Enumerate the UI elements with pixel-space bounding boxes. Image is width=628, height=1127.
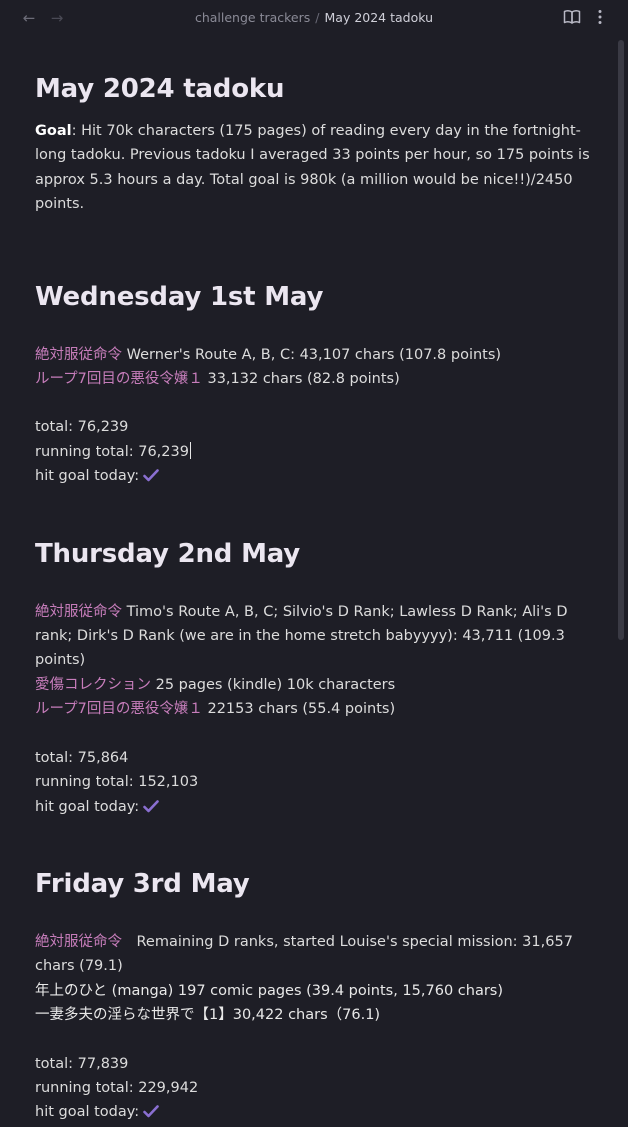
reading-entry: 一妻多夫の淫らな世界で【1】30,422 chars（76.1) [35,1007,381,1024]
day-heading: Wednesday 1st May [35,281,324,312]
day-section: Friday 3rd May 絶対服従命令 Remaining D ranks,… [35,866,595,1125]
book-title[interactable]: ループ7回目の悪役令嬢１ [35,371,203,387]
scrollbar[interactable] [618,40,624,640]
book-title[interactable]: 絶対服従命令 [35,347,122,363]
goal-paragraph: Goal: Hit 70k characters (175 pages) of … [35,119,595,217]
reading-entry: 年上のひと (manga) 197 comic pages (39.4 poin… [35,982,503,999]
daily-total: total: 76,239 [35,419,129,436]
breadcrumb-current[interactable]: May 2024 tadoku [325,10,434,25]
hit-goal-label: hit goal today: [35,798,140,815]
reading-entry: 絶対服従命令 Werner's Route A, B, C: 43,107 ch… [35,343,595,367]
hit-goal: hit goal today: [35,1100,595,1124]
book-title[interactable]: ループ7回目の悪役令嬢１ [35,701,203,717]
running-total-text: running total: 76,239 [35,443,189,460]
breadcrumb-parent[interactable]: challenge trackers [195,10,310,25]
reading-entry: 絶対服従命令 Timo's Route A, B, C; Silvio's D … [35,600,595,673]
day-section: Wednesday 1st May 絶対服従命令 Werner's Route … [35,279,595,489]
book-open-icon[interactable] [563,9,581,25]
goal-text: : Hit 70k characters (175 pages) of read… [35,123,590,213]
hit-goal-label: hit goal today: [35,1104,140,1121]
book-title[interactable]: 絶対服従命令 [35,604,122,620]
breadcrumb-separator: / [315,10,320,25]
entry-text: Werner's Route A, B, C: 43,107 chars (10… [122,346,502,363]
hit-goal: hit goal today: [35,464,595,488]
book-title[interactable]: 絶対服従命令 [35,934,122,950]
page-title: May 2024 tadoku [35,74,285,104]
entry-text: 22153 chars (55.4 points) [202,701,396,718]
running-total: running total: 152,103 [35,774,199,791]
checkmark-icon [143,1102,159,1118]
reading-entry: 愛傷コレクション 25 pages (kindle) 10k character… [35,673,595,697]
goal-label: Goal [35,123,72,139]
vertical-dots-icon[interactable] [592,8,608,26]
hit-goal-label: hit goal today: [35,468,140,485]
running-total: running total: 229,942 [35,1079,199,1096]
reading-entry: 絶対服従命令 Remaining D ranks, started Louise… [35,930,595,979]
checkmark-icon [143,797,159,812]
day-section: Thursday 2nd May 絶対服従命令 Timo's Route A, … [35,536,595,819]
daily-total: total: 77,839 [35,1055,129,1072]
title-bar: ← → challenge trackers / May 2024 tadoku [0,0,628,36]
checkmark-icon [143,466,159,482]
entry-text: 33,132 chars (82.8 points) [202,371,400,388]
text-cursor [189,441,191,459]
daily-total: total: 75,864 [35,749,129,766]
reading-entry: ループ7回目の悪役令嬢１ 22153 chars (55.4 points) [35,697,595,721]
running-total: running total: 76,239 [35,440,595,464]
entry-text: 25 pages (kindle) 10k characters [151,676,396,693]
day-heading: Thursday 2nd May [35,538,301,569]
reading-entry: ループ7回目の悪役令嬢１ 33,132 chars (82.8 points) [35,367,595,391]
book-title[interactable]: 愛傷コレクション [35,677,151,693]
day-heading: Friday 3rd May [35,868,250,899]
hit-goal: hit goal today: [35,795,595,819]
note-content[interactable]: May 2024 tadoku Goal: Hit 70k characters… [35,36,595,1125]
breadcrumb: challenge trackers / May 2024 tadoku [0,10,628,26]
